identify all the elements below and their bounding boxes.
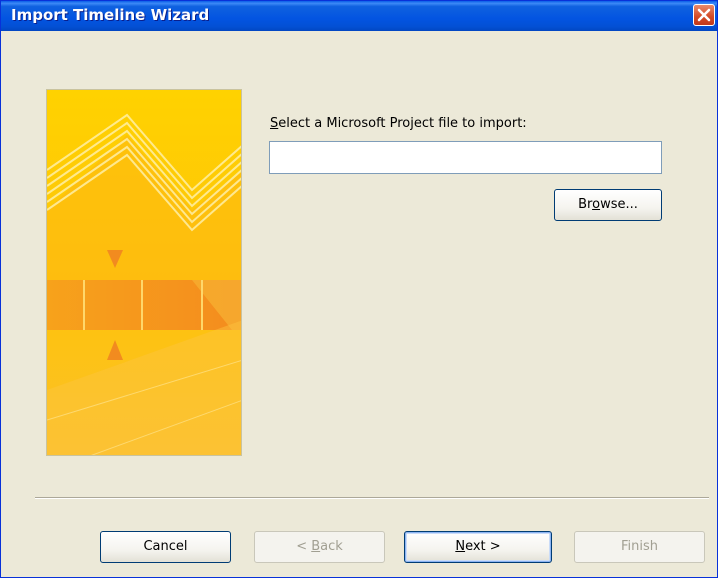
project-file-input[interactable]	[269, 141, 662, 174]
prompt-text-rest: elect a Microsoft Project file to import…	[278, 116, 527, 131]
browse-accelerator: o	[592, 197, 601, 212]
next-accelerator: N	[455, 539, 466, 554]
cancel-button[interactable]: Cancel	[100, 531, 231, 563]
back-label-rest: ack	[320, 539, 343, 554]
finish-button[interactable]: Finish	[574, 531, 705, 563]
next-label-rest: ext >	[465, 539, 501, 554]
button-separator	[35, 497, 709, 499]
file-prompt-label: Select a Microsoft Project file to impor…	[270, 116, 527, 131]
cancel-label: Cancel	[143, 539, 188, 554]
browse-label-start: Br	[578, 197, 593, 212]
browse-button[interactable]: Browse...	[554, 189, 662, 221]
title-bar[interactable]: Import Timeline Wizard	[1, 1, 717, 31]
back-label-start: <	[296, 539, 312, 554]
wizard-dialog: Import Timeline Wizard Select a Microsof…	[0, 0, 718, 578]
back-accelerator: B	[311, 539, 321, 554]
close-button[interactable]	[693, 4, 715, 26]
finish-label: Finish	[620, 539, 658, 554]
next-button[interactable]: Next >	[404, 531, 552, 563]
browse-label-rest: wse...	[600, 197, 638, 212]
wizard-banner-image	[46, 89, 242, 456]
window-title: Import Timeline Wizard	[11, 6, 210, 24]
back-button[interactable]: < Back	[254, 531, 385, 563]
